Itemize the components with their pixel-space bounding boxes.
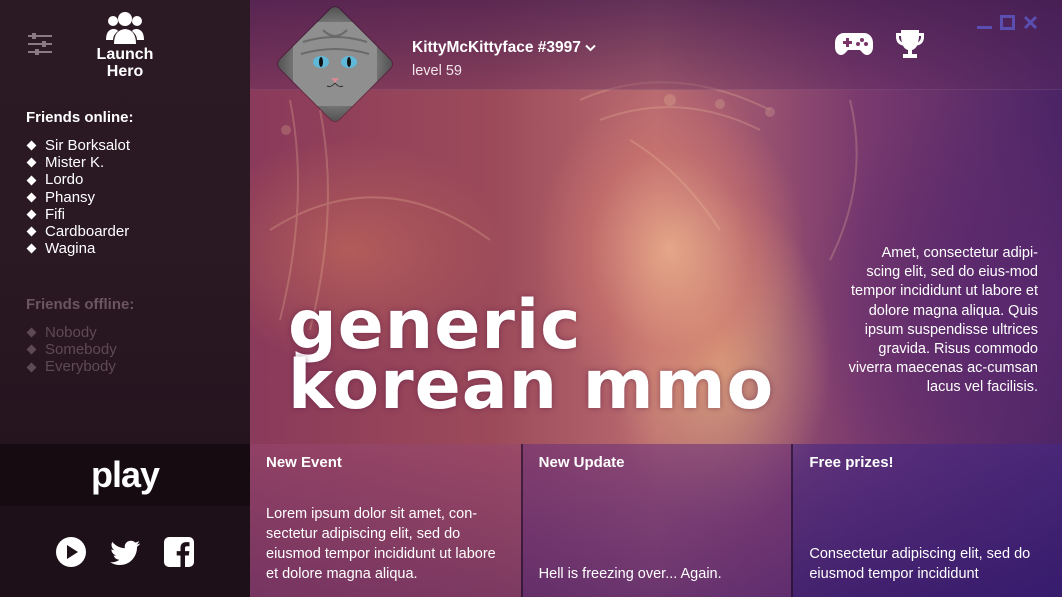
social-links <box>0 506 250 597</box>
app-logo: Launch Hero <box>92 10 158 80</box>
friend-name: Mister K. <box>45 154 105 172</box>
diamond-bullet-icon <box>26 192 37 203</box>
news-card-title: New Update <box>538 454 625 471</box>
trophy-icon[interactable] <box>894 28 926 60</box>
friend-item[interactable]: Phansy <box>26 189 130 206</box>
news-card-body: Lorem ipsum dolor sit amet, con-sectetur… <box>266 506 496 582</box>
friend-name: Somebody <box>45 341 117 359</box>
play-circle-icon[interactable] <box>55 536 87 568</box>
friend-name: Sir Borksalot <box>45 137 131 154</box>
friend-name: Lordo <box>45 171 84 189</box>
friend-name: Cardboarder <box>45 223 130 241</box>
friend-item-offline[interactable]: Nobody <box>26 324 117 341</box>
sidebar: Launch Hero Friends online: Sir Borksalo… <box>0 0 250 597</box>
diamond-bullet-icon <box>26 140 37 151</box>
close-icon[interactable] <box>1023 15 1038 30</box>
friends-offline-title: Friends offline: <box>26 296 135 313</box>
friend-name: Everybody <box>45 358 116 376</box>
users-group-icon <box>106 12 144 44</box>
diamond-bullet-icon <box>26 226 37 237</box>
username-dropdown[interactable]: KittyMcKittyface #3997 <box>412 39 596 57</box>
cat-avatar-icon <box>293 22 377 106</box>
header-divider <box>250 89 1062 90</box>
settings-sliders-icon[interactable] <box>26 32 54 56</box>
friends-online-list: Sir Borksalot Mister K. Lordo Phansy Fif… <box>26 137 130 257</box>
window-controls <box>977 15 1038 30</box>
friend-item[interactable]: Mister K. <box>26 154 130 171</box>
news-card-body: Hell is freezing over... Again. <box>538 566 722 582</box>
news-card-prizes[interactable]: Free prizes! Consectetur adipiscing elit… <box>791 444 1062 597</box>
friends-online-title: Friends online: <box>26 109 134 126</box>
news-card-body: Consectetur adipiscing elit, sed do eius… <box>809 546 1031 582</box>
friend-item-offline[interactable]: Somebody <box>26 341 117 358</box>
game-title: generic korean mmo <box>288 292 808 426</box>
news-cards: New Event Lorem ipsum dolor sit amet, co… <box>250 444 1062 597</box>
diamond-bullet-icon <box>26 344 37 355</box>
news-card-title: New Event <box>266 454 342 471</box>
diamond-bullet-icon <box>26 175 37 185</box>
diamond-bullet-icon <box>26 209 37 220</box>
main-area: KittyMcKittyface #3997 level 59 generic <box>250 0 1062 597</box>
news-card-event[interactable]: New Event Lorem ipsum dolor sit amet, co… <box>250 444 521 597</box>
logo-text-launch: Launch <box>96 46 154 63</box>
username-text: KittyMcKittyface #3997 <box>412 39 581 56</box>
logo-text-hero: Hero <box>106 63 144 80</box>
diamond-bullet-icon <box>26 327 37 338</box>
maximize-icon[interactable] <box>1000 15 1015 30</box>
game-description: Amet, consectetur adipi-scing elit, sed … <box>848 245 1038 396</box>
friend-item[interactable]: Lordo <box>26 171 130 188</box>
news-card-title: Free prizes! <box>809 454 894 471</box>
friend-item[interactable]: Sir Borksalot <box>26 137 130 154</box>
friend-name: Fifi <box>45 205 65 223</box>
diamond-bullet-icon <box>26 243 37 254</box>
friends-offline-list: Nobody Somebody Everybody <box>26 324 117 376</box>
news-card-update[interactable]: New Update Hell is freezing over... Agai… <box>520 444 792 597</box>
facebook-icon[interactable] <box>163 536 195 568</box>
game-title-line-2: korean mmo <box>288 346 775 425</box>
diamond-bullet-icon <box>26 362 37 372</box>
diamond-bullet-icon <box>26 157 37 168</box>
friend-item[interactable]: Fifi <box>26 206 130 223</box>
twitter-icon[interactable] <box>109 536 141 568</box>
friend-item[interactable]: Wagina <box>26 240 130 257</box>
play-label: play <box>90 454 160 495</box>
friend-name: Nobody <box>45 324 97 341</box>
friend-item[interactable]: Cardboarder <box>26 223 130 240</box>
chevron-down-icon <box>585 44 596 52</box>
friend-item-offline[interactable]: Everybody <box>26 358 117 375</box>
gamepad-icon[interactable] <box>835 30 873 58</box>
minimize-icon[interactable] <box>977 15 992 30</box>
friend-name: Wagina <box>45 240 96 258</box>
friend-name: Phansy <box>45 188 96 206</box>
play-button[interactable]: play <box>0 444 250 506</box>
user-level: level 59 <box>412 63 462 79</box>
